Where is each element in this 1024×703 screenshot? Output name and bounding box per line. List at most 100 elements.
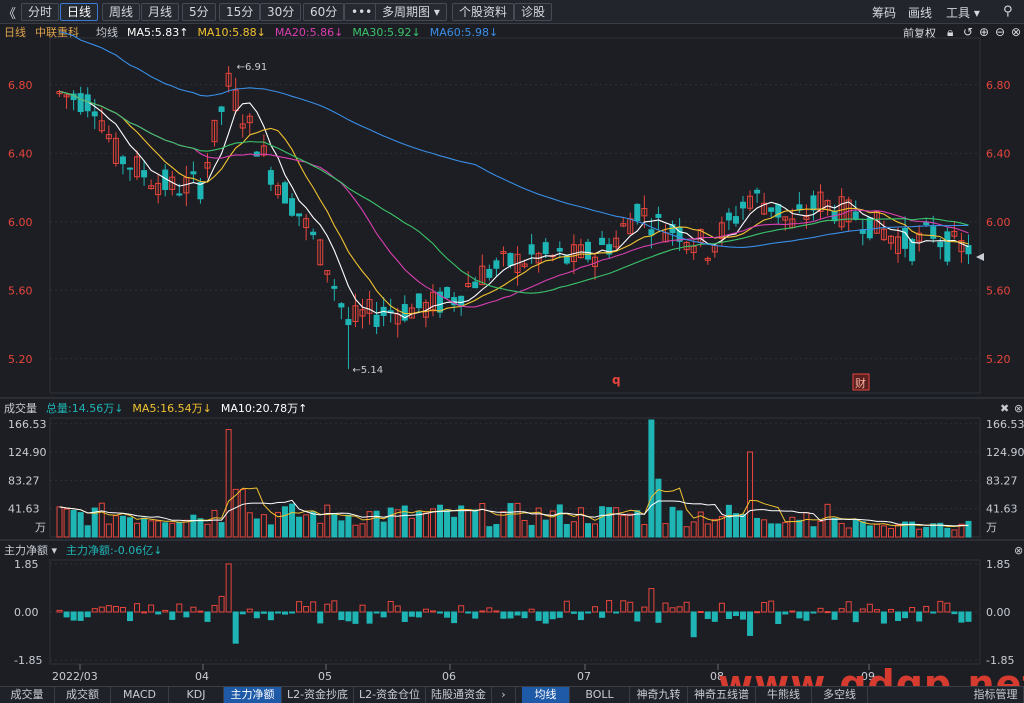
- volume-bar: [831, 517, 838, 538]
- indicator-tab-turnover[interactable]: 成交额: [55, 687, 111, 703]
- indicator-tab-l2-position[interactable]: L2-资金仓位: [354, 687, 426, 703]
- volume-bar: [218, 522, 225, 538]
- flow-bar: [408, 611, 415, 617]
- volume-bar: [119, 515, 126, 538]
- flow-bar: [542, 611, 549, 624]
- indicator-manage-button[interactable]: 指标管理: [968, 687, 1024, 703]
- flow-bar: [535, 611, 542, 621]
- flow-bar: [697, 610, 704, 613]
- tabs-scroll-right-icon[interactable]: ›: [492, 687, 516, 703]
- volume-bar: [169, 522, 176, 538]
- candle-body: [930, 226, 937, 239]
- flow-bar: [747, 611, 754, 636]
- overlay-tab-magic-nine[interactable]: 神奇九转: [630, 687, 688, 703]
- candle-body: [584, 241, 591, 260]
- volume-bar: [324, 504, 331, 538]
- overlay-tab-magic-five[interactable]: 神奇五线谱: [688, 687, 756, 703]
- flow-bar: [479, 610, 486, 613]
- indicator-tab-macd[interactable]: MACD: [111, 687, 169, 703]
- candle-body: [331, 285, 338, 289]
- volume-bar: [592, 523, 599, 538]
- volume-bar: [923, 526, 930, 538]
- low-annotation: ←5.14: [352, 365, 383, 376]
- volume-bar: [155, 520, 162, 538]
- flow-bar: [592, 606, 599, 613]
- flow-bar: [690, 611, 697, 638]
- volume-bar: [472, 509, 479, 538]
- volume-bar: [366, 511, 373, 538]
- flow-bar: [817, 607, 824, 613]
- flow-bar: [359, 604, 366, 613]
- volume-bar: [465, 509, 472, 538]
- candle-body: [768, 207, 775, 212]
- flow-bar: [810, 611, 817, 614]
- volume-bar: [866, 525, 873, 538]
- volume-bar: [267, 524, 274, 538]
- x-axis-label: 05: [318, 670, 332, 683]
- overlay-tab-long-short[interactable]: 多空线: [812, 687, 868, 703]
- volume-bar: [112, 515, 119, 538]
- candle-body: [965, 245, 972, 255]
- indicator-tab-bar: 成交量 成交额 MACD KDJ 主力净额 L2-资金抄底 L2-资金仓位 陆股…: [0, 686, 1024, 703]
- flow-bar: [887, 608, 894, 613]
- flow-bar: [500, 611, 507, 619]
- flow-bar: [239, 611, 246, 615]
- candle-body: [866, 217, 873, 239]
- volume-bar: [965, 520, 972, 538]
- volume-bar: [63, 508, 70, 538]
- volume-bar: [105, 523, 112, 538]
- price-tick-right: 6.40: [986, 147, 1011, 160]
- candle-body: [655, 213, 662, 218]
- flow-bar: [549, 611, 556, 620]
- volume-bar: [507, 503, 514, 538]
- volume-bar: [204, 523, 211, 538]
- flow-tick-left: 1.85: [14, 558, 39, 571]
- volume-bar: [141, 517, 148, 538]
- indicator-tab-kdj[interactable]: KDJ: [169, 687, 224, 703]
- volume-bar: [556, 504, 563, 538]
- price-tick-right: 6.00: [986, 216, 1011, 229]
- flow-bar: [422, 608, 429, 613]
- flow-bar: [84, 611, 91, 618]
- volume-bar: [521, 520, 528, 538]
- volume-unit-left: 万: [35, 521, 46, 534]
- volume-bar: [84, 525, 91, 538]
- volume-bar: [796, 519, 803, 538]
- high-annotation: ←6.91: [237, 62, 268, 73]
- overlay-tab-ma[interactable]: 均线: [522, 687, 570, 703]
- candle-body: [486, 268, 493, 278]
- volume-bar: [253, 518, 260, 538]
- flow-bar: [345, 611, 352, 622]
- flow-bar: [317, 611, 324, 624]
- stock-chart[interactable]: 6.80 6.80 6.40 6.40 6.00 6.00 5.60 5.60 5.20 5.20…: [0, 0, 1024, 686]
- candle-body: [754, 189, 761, 194]
- flow-bar: [451, 611, 458, 624]
- indicator-tab-volume[interactable]: 成交量: [0, 687, 55, 703]
- candle-body: [444, 287, 451, 299]
- flow-bar: [859, 608, 866, 613]
- price-tick-left: 6.40: [8, 147, 33, 160]
- indicator-tab-main-flow[interactable]: 主力净额: [224, 687, 282, 703]
- indicator-tab-northbound[interactable]: 陆股通资金: [426, 687, 492, 703]
- indicator-tab-l2-bottom[interactable]: L2-资金抄底: [282, 687, 354, 703]
- overlay-tab-boll[interactable]: BOLL: [570, 687, 630, 703]
- volume-bar: [563, 523, 570, 538]
- volume-bar: [606, 507, 613, 538]
- price-tick-left: 5.60: [8, 284, 33, 297]
- flow-bar: [662, 602, 669, 613]
- flow-bar: [655, 611, 662, 623]
- flow-bar: [380, 611, 387, 618]
- flow-bar: [521, 611, 528, 619]
- candle-body: [599, 237, 606, 246]
- flow-bar: [91, 608, 98, 613]
- ma5-line: [59, 90, 969, 319]
- candle-body: [507, 253, 514, 267]
- candle-body: [218, 106, 225, 112]
- flow-bar: [754, 611, 761, 614]
- flow-tick-right: 1.85: [986, 558, 1011, 571]
- flow-bar: [169, 611, 176, 620]
- volume-bar: [429, 508, 436, 538]
- overlay-tab-bull-bear[interactable]: 牛熊线: [756, 687, 812, 703]
- flow-bar: [289, 611, 296, 614]
- volume-bar: [345, 514, 352, 538]
